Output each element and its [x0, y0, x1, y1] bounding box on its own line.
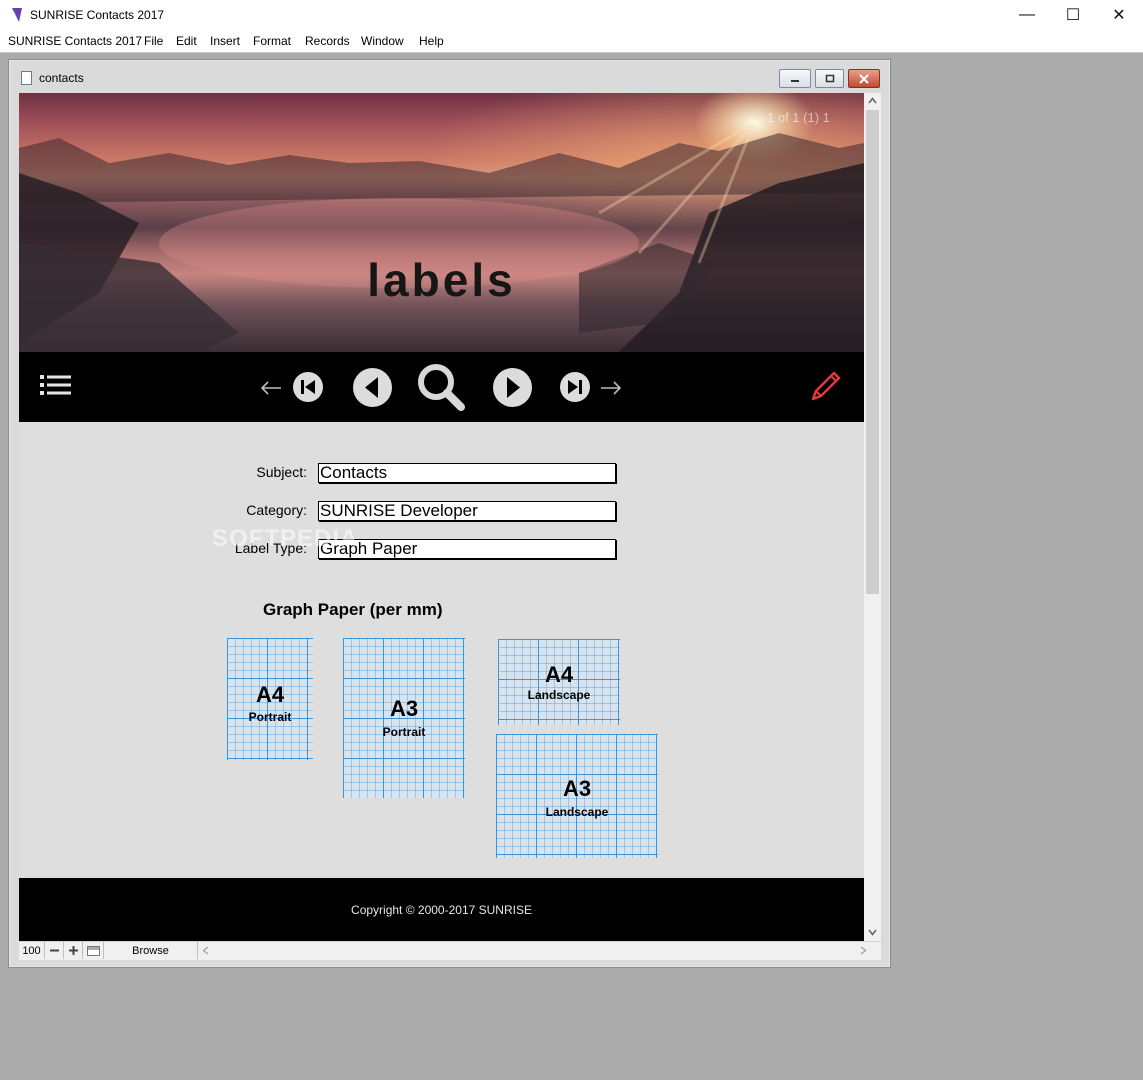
- a3-landscape-button[interactable]: A3 Landscape: [496, 734, 658, 858]
- minus-icon: [49, 949, 59, 952]
- last-record-icon[interactable]: [559, 371, 591, 403]
- banner-landscape: [19, 121, 864, 352]
- status-bar: 100 Browse: [19, 941, 881, 960]
- a3-portrait-size: A3: [389, 696, 419, 721]
- app-titlebar: SUNRISE Contacts 2017 — ☐ ✕: [0, 0, 1143, 31]
- watermark: SOFTPEDIA: [212, 525, 359, 552]
- menu-help[interactable]: Help: [419, 34, 444, 48]
- scroll-down-icon[interactable]: [868, 929, 877, 936]
- app-title: SUNRISE Contacts 2017: [30, 8, 165, 22]
- vertical-scroll-thumb[interactable]: [866, 110, 879, 594]
- minimize-icon: [791, 79, 799, 82]
- document-close-button[interactable]: [848, 69, 880, 88]
- menu-records[interactable]: Records: [305, 34, 350, 48]
- toolbar-toggle-icon: [86, 945, 100, 956]
- search-icon[interactable]: [415, 361, 467, 413]
- menu-file[interactable]: File: [144, 34, 163, 48]
- category-label: Category:: [246, 502, 307, 518]
- mode-indicator[interactable]: Browse: [104, 942, 198, 959]
- menubar: SUNRISE Contacts 2017 File Edit Insert F…: [0, 30, 1143, 53]
- menu-edit[interactable]: Edit: [176, 34, 197, 48]
- a4-portrait-orientation: Portrait: [248, 710, 292, 724]
- restore-icon: [825, 74, 834, 83]
- next-record-icon[interactable]: [491, 366, 533, 408]
- arrow-right-icon[interactable]: [599, 376, 623, 400]
- document-window: contacts 1 of 1 (1) 1 labels Subject: Co…: [8, 59, 891, 968]
- window-close-button[interactable]: ✕: [1096, 0, 1142, 30]
- edit-pencil-icon[interactable]: [807, 369, 843, 405]
- window-maximize-button[interactable]: ☐: [1050, 0, 1096, 30]
- a3-portrait-orientation: Portrait: [382, 725, 426, 739]
- document-minimize-button[interactable]: [779, 69, 811, 88]
- graph-paper-heading: Graph Paper (per mm): [263, 600, 443, 619]
- copyright-text: Copyright © 2000-2017 SUNRISE: [351, 903, 532, 917]
- label-type-field[interactable]: Graph Paper: [318, 539, 616, 559]
- category-field[interactable]: SUNRISE Developer: [318, 501, 616, 521]
- layout-footer: Copyright © 2000-2017 SUNRISE: [19, 878, 864, 941]
- a4-landscape-orientation: Landscape: [527, 688, 591, 702]
- document-titlebar: contacts: [9, 60, 890, 90]
- app-logo-icon: [12, 8, 22, 22]
- scroll-right-icon[interactable]: [860, 946, 867, 955]
- layout-content: 1 of 1 (1) 1 labels Subject: Contacts Ca…: [19, 93, 864, 941]
- a4-portrait-size: A4: [255, 682, 285, 707]
- arrow-left-icon[interactable]: [259, 376, 283, 400]
- scroll-up-icon[interactable]: [868, 97, 877, 104]
- zoom-level[interactable]: 100: [19, 942, 45, 959]
- a4-landscape-size: A4: [544, 662, 574, 687]
- menu-window[interactable]: Window: [361, 34, 404, 48]
- subject-label: Subject:: [256, 464, 307, 480]
- document-title: contacts: [39, 71, 84, 85]
- scroll-left-icon[interactable]: [202, 946, 209, 955]
- a4-landscape-button[interactable]: A4 Landscape: [498, 639, 620, 725]
- previous-record-icon[interactable]: [351, 366, 393, 408]
- zoom-in-button[interactable]: [64, 942, 83, 959]
- layout-title: labels: [367, 254, 516, 306]
- plus-icon: [68, 946, 78, 955]
- a3-landscape-size: A3: [562, 776, 592, 801]
- toggle-toolbar-button[interactable]: [83, 942, 104, 959]
- subject-field[interactable]: Contacts: [318, 463, 616, 483]
- first-record-icon[interactable]: [292, 371, 324, 403]
- list-icon[interactable]: [39, 370, 73, 404]
- menu-insert[interactable]: Insert: [210, 34, 240, 48]
- record-counter: 1 of 1 (1) 1: [767, 110, 830, 125]
- a4-portrait-button[interactable]: A4 Portrait: [227, 638, 313, 760]
- menu-format[interactable]: Format: [253, 34, 291, 48]
- navigation-bar: [19, 352, 864, 422]
- a3-landscape-orientation: Landscape: [545, 805, 609, 819]
- a3-portrait-button[interactable]: A3 Portrait: [343, 638, 465, 798]
- document-restore-button[interactable]: [815, 69, 844, 88]
- window-minimize-button[interactable]: —: [1004, 0, 1050, 30]
- menu-app[interactable]: SUNRISE Contacts 2017: [8, 34, 142, 48]
- zoom-out-button[interactable]: [45, 942, 64, 959]
- document-icon: [21, 71, 32, 85]
- close-icon: [859, 73, 869, 84]
